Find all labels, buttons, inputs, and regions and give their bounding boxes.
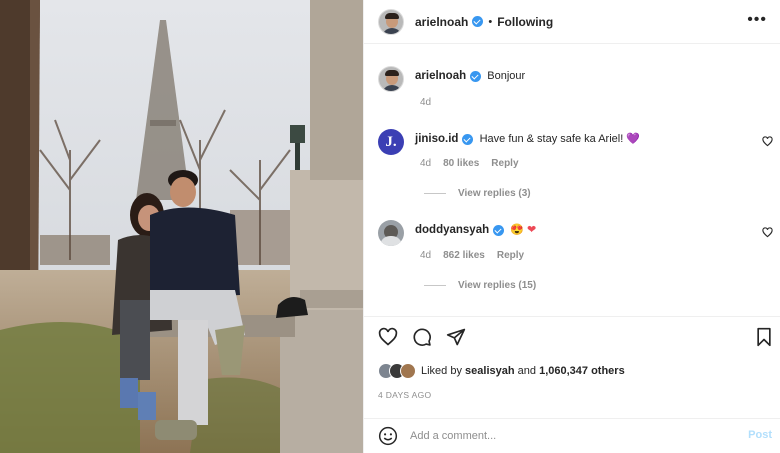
verified-badge-icon — [462, 133, 474, 145]
like-heart-icon[interactable] — [378, 327, 398, 347]
view-replies-label: View replies (15) — [458, 280, 537, 291]
replies-divider — [424, 193, 446, 194]
add-comment-bar: Post — [364, 418, 780, 453]
liked-by-prefix: Liked by — [421, 365, 462, 377]
post-date[interactable]: 4 DAYS AGO — [378, 390, 431, 400]
share-paper-plane-icon[interactable] — [446, 327, 466, 347]
verified-badge-icon — [470, 70, 482, 82]
comment-like-heart-icon[interactable] — [762, 136, 773, 147]
reply-button[interactable]: Reply — [497, 250, 524, 261]
comment-age: 4d — [420, 158, 432, 169]
post-photo[interactable] — [0, 0, 363, 453]
comment-bubble-icon[interactable] — [412, 327, 432, 347]
comments-list: arielnoah Bonjour 4d J. jiniso.id Have f… — [364, 45, 780, 315]
liked-by-user[interactable]: sealisyah — [465, 365, 515, 377]
comment-likes[interactable]: 80 likes — [443, 158, 479, 169]
caption-row: arielnoah Bonjour — [378, 66, 525, 92]
comment-text: Have fun & stay safe ka Ariel! — [479, 133, 624, 145]
liked-by-others[interactable]: 1,060,347 others — [539, 365, 625, 377]
comment-meta: 4d 862 likes Reply — [420, 250, 524, 261]
view-replies-button[interactable]: View replies (3) — [424, 188, 531, 199]
emoji-smiley-icon[interactable] — [378, 426, 398, 446]
reply-button[interactable]: Reply — [491, 158, 518, 169]
post-header: arielnoah • Following ••• — [364, 0, 780, 44]
comment-input[interactable] — [410, 430, 710, 442]
comment-avatar[interactable]: J. — [378, 129, 404, 155]
verified-badge-icon — [472, 16, 484, 27]
comment-avatar[interactable] — [378, 220, 404, 246]
comment-row: J. jiniso.id Have fun & stay safe ka Ari… — [378, 129, 640, 155]
author-username[interactable]: arielnoah — [415, 15, 468, 29]
comment-likes[interactable]: 862 likes — [443, 250, 485, 261]
caption-text: Bonjour — [487, 70, 526, 82]
comment-meta: 4d 80 likes Reply — [420, 158, 519, 169]
replies-divider — [424, 285, 446, 286]
comment-like-heart-icon[interactable] — [762, 227, 773, 238]
more-horizontal-icon[interactable]: ••• — [747, 12, 767, 28]
comment-age: 4d — [420, 250, 432, 261]
separator-dot: • — [488, 15, 493, 28]
likes-summary: Liked by sealisyah and 1,060,347 others — [378, 363, 625, 379]
heart-eyes-and-heart-emoji: 😍 ❤ — [510, 224, 537, 236]
caption-meta: 4d — [420, 97, 431, 108]
post-actions: Liked by sealisyah and 1,060,347 others … — [364, 316, 780, 418]
view-replies-label: View replies (3) — [458, 188, 531, 199]
comment-author[interactable]: doddyansyah — [415, 224, 489, 236]
caption-age: 4d — [420, 97, 432, 108]
post-detail-panel: arielnoah • Following ••• arielnoah Bonj… — [363, 0, 780, 453]
purple-heart-emoji: 💜 — [626, 133, 641, 145]
author-avatar[interactable] — [378, 8, 404, 35]
post-comment-button[interactable]: Post — [748, 429, 772, 441]
liked-by-connector: and — [517, 365, 537, 377]
post-image-illustration — [0, 0, 363, 453]
comment-row: doddyansyah 😍 ❤ — [378, 220, 536, 246]
following-button[interactable]: Following — [497, 15, 553, 29]
caption-author[interactable]: arielnoah — [415, 70, 466, 82]
view-replies-button[interactable]: View replies (15) — [424, 280, 536, 291]
caption-avatar[interactable] — [378, 66, 404, 92]
comment-author[interactable]: jiniso.id — [415, 133, 458, 145]
save-bookmark-icon[interactable] — [755, 327, 773, 347]
verified-badge-icon — [493, 224, 505, 236]
liker-avatar[interactable] — [400, 363, 416, 379]
